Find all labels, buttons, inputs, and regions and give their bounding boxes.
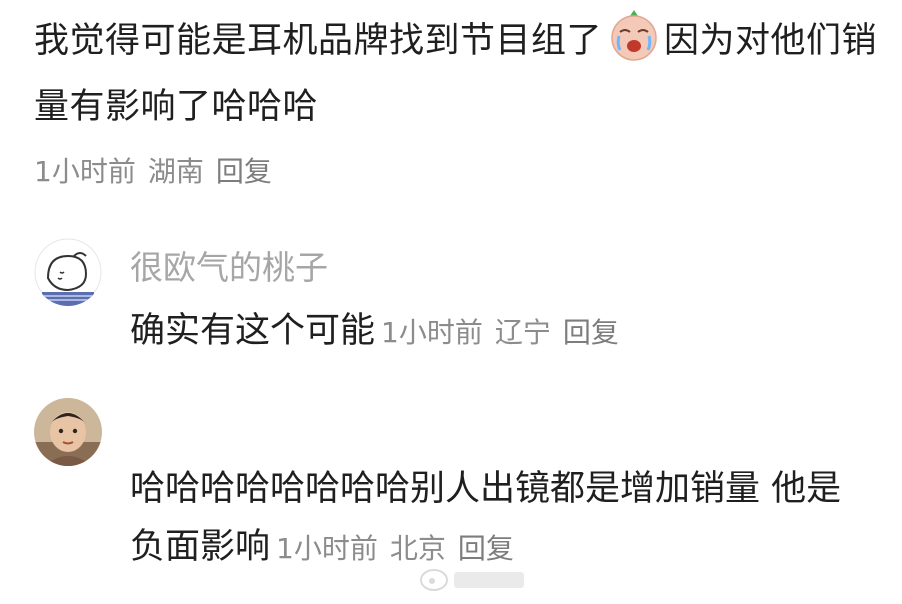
comment-location: 湖南 <box>147 155 204 188</box>
reply-button[interactable]: 回复 <box>216 155 272 188</box>
reply-button[interactable]: 回复 <box>563 316 619 349</box>
top-comment-meta: 1小时前 湖南 回复 <box>34 150 284 194</box>
reply-item: 很欧气的桃子 确实有这个可能 1小时前 辽宁 回复 <box>34 238 874 358</box>
reply-meta: 1小时前 北京 回复 <box>276 532 526 565</box>
top-comment: 我觉得可能是耳机品牌找到节目组了 因为对他们销量有影响了哈哈哈 <box>34 8 884 140</box>
top-comment-text: 我觉得可能是耳机品牌找到节目组了 因为对他们销量有影响了哈哈哈 <box>34 8 884 140</box>
avatar[interactable] <box>34 398 102 466</box>
reply-time: 1小时前 <box>381 316 483 349</box>
reply-button[interactable]: 回复 <box>458 532 514 565</box>
watermark-logo <box>418 562 528 596</box>
reply-location: 辽宁 <box>494 316 551 349</box>
reply-location: 北京 <box>389 532 446 565</box>
reply-text: 哈哈哈哈哈哈哈哈别人出镜都是增加销量 他是负面影响 1小时前 北京 回复 <box>130 460 870 578</box>
reply-meta: 1小时前 辽宁 回复 <box>381 316 631 349</box>
reply-content: 确实有这个可能 <box>130 311 376 351</box>
top-comment-text-part1: 我觉得可能是耳机品牌找到节目组了 <box>34 21 603 61</box>
username[interactable]: 很欧气的桃子 <box>130 246 328 290</box>
reply-time: 1小时前 <box>276 532 378 565</box>
crying-face-emoji-icon <box>608 10 660 62</box>
comment-time: 1小时前 <box>34 155 136 188</box>
reply-text: 确实有这个可能 1小时前 辽宁 回复 <box>130 302 631 362</box>
avatar[interactable] <box>34 238 102 306</box>
